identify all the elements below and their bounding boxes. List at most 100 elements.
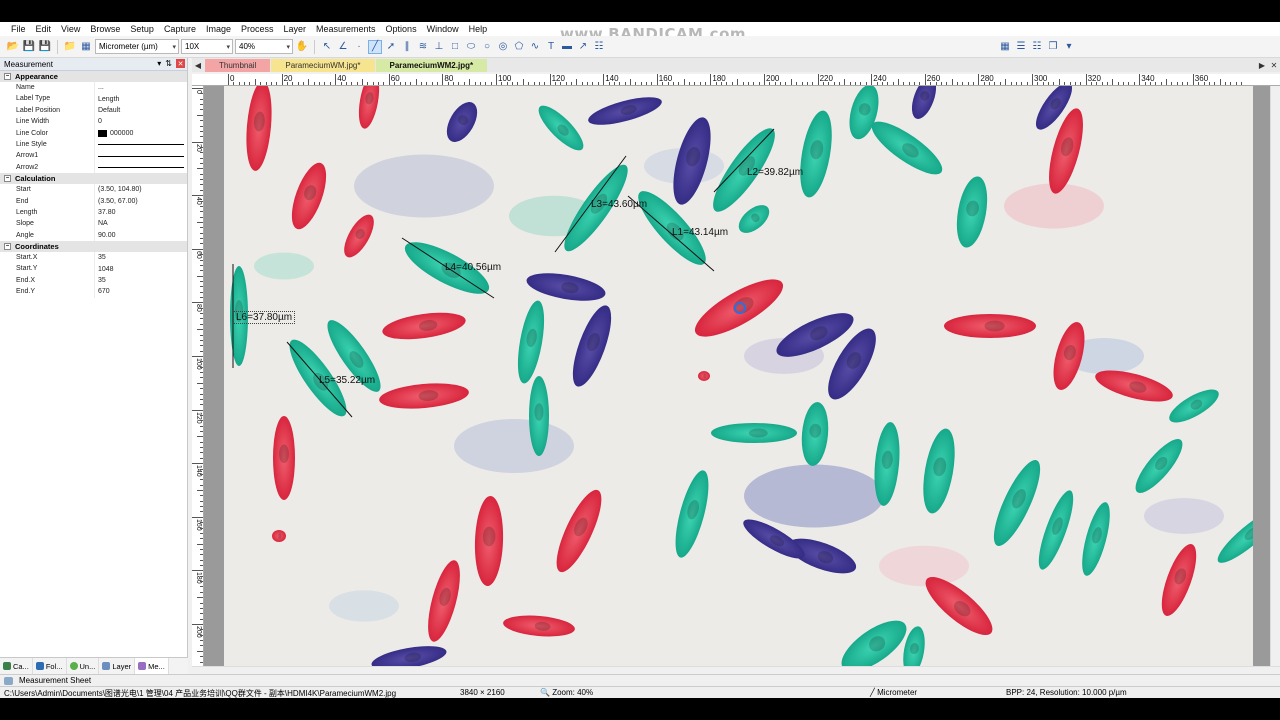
angle-tool-icon[interactable]: ∠ — [336, 40, 350, 54]
prop-row-line-style[interactable]: Line Style — [0, 138, 187, 151]
menu-file[interactable]: File — [6, 22, 31, 36]
prop-row-line-color[interactable]: Line Color 000000 — [0, 127, 187, 139]
prop-value[interactable]: 35 — [94, 252, 187, 264]
prop-row-slope[interactable]: Slope NA — [0, 218, 187, 230]
menu-view[interactable]: View — [56, 22, 85, 36]
tab-layer[interactable]: Layer — [99, 658, 136, 674]
prop-value[interactable]: 35 — [94, 274, 187, 287]
menu-capture[interactable]: Capture — [159, 22, 201, 36]
objective-select[interactable]: 10X ▾ — [181, 39, 233, 54]
perpendicular-icon[interactable]: ⊥ — [432, 40, 446, 54]
tab-scroll-left-icon[interactable]: ◀ — [192, 58, 204, 72]
copy-icon[interactable]: ❐ — [1046, 40, 1060, 54]
scale-bar-icon[interactable]: ▬ — [560, 40, 574, 54]
measurement-label-l5[interactable]: L5=35.22µm — [319, 375, 375, 386]
measurement-label-l2[interactable]: L2=39.82µm — [747, 167, 803, 178]
point-tool-icon[interactable]: · — [352, 40, 366, 54]
menu-options[interactable]: Options — [381, 22, 422, 36]
menu-browse[interactable]: Browse — [85, 22, 125, 36]
tab-document-2[interactable]: ParameciumWM2.jpg* — [375, 59, 488, 72]
prop-value[interactable]: Length — [94, 93, 187, 105]
ellipse-tool-icon[interactable]: ⬭ — [464, 40, 478, 54]
section-appearance[interactable]: – Appearance — [0, 71, 187, 82]
export-icon[interactable]: ☰ — [1014, 40, 1028, 54]
zoom-select[interactable]: 40% ▾ — [235, 39, 293, 54]
dropdown-more-icon[interactable]: ▾ — [1062, 40, 1076, 54]
tab-document-1[interactable]: ParameciumWM.jpg* — [271, 59, 375, 72]
section-calculation[interactable]: – Calculation — [0, 173, 187, 185]
calibrate-icon[interactable]: ☷ — [592, 40, 606, 54]
tab-camera[interactable]: Ca... — [0, 658, 33, 674]
collapse-icon[interactable]: – — [4, 175, 11, 183]
prop-row-end-x[interactable]: End.X 35 — [0, 274, 187, 287]
parallel-lines-icon[interactable]: ∥ — [400, 40, 414, 54]
measurement-label-l3[interactable]: L3=43.60µm — [591, 199, 647, 210]
tab-close-icon[interactable]: ✕ — [1268, 58, 1280, 72]
prop-row-start[interactable]: Start (3.50, 104.80) — [0, 184, 187, 196]
open-folder-icon[interactable]: 📂 — [6, 40, 20, 54]
prop-row-end-y[interactable]: End.Y 670 — [0, 286, 187, 298]
prop-row-label-type[interactable]: Label Type Length — [0, 93, 187, 105]
tab-scroll-right-icon[interactable]: ▶ — [1256, 58, 1268, 72]
concentric-circle-icon[interactable]: ◎ — [496, 40, 510, 54]
panel-dropdown-icon[interactable]: ▾ — [157, 59, 161, 68]
rectangle-tool-icon[interactable]: □ — [448, 40, 462, 54]
save-all-icon[interactable]: 💾 — [38, 40, 52, 54]
unit-select[interactable]: Micrometer (µm) ▾ — [95, 39, 179, 54]
menu-setup[interactable]: Setup — [125, 22, 159, 36]
close-icon[interactable]: ✕ — [176, 59, 185, 68]
layer-tool-icon[interactable]: ▦ — [998, 40, 1012, 54]
tab-folders[interactable]: Fol... — [33, 658, 67, 674]
browse-folder-icon[interactable]: 📁 — [63, 40, 77, 54]
tab-measurement[interactable]: Me... — [135, 658, 169, 674]
vertical-scrollbar[interactable] — [1270, 86, 1280, 666]
microscope-image[interactable]: L2=39.82µm L3=43.60µm L1=43.14µm L4=40.5… — [224, 86, 1253, 666]
collapse-icon[interactable]: – — [4, 73, 11, 80]
prop-value[interactable]: 670 — [94, 286, 187, 298]
line-tool-icon[interactable]: ╱ — [368, 39, 382, 54]
circle-tool-icon[interactable]: ○ — [480, 40, 494, 54]
collapse-icon[interactable]: – — [4, 243, 11, 251]
menu-process[interactable]: Process — [236, 22, 279, 36]
prop-row-length[interactable]: Length 37.80 — [0, 206, 187, 219]
prop-row-arrow1[interactable]: Arrow1 — [0, 150, 187, 162]
prop-value[interactable]: 0 — [94, 116, 187, 128]
multi-lines-icon[interactable]: ≋ — [416, 40, 430, 54]
tab-undo[interactable]: Un... — [67, 658, 100, 674]
hand-pan-icon[interactable]: ✋ — [295, 40, 309, 54]
save-icon[interactable]: 💾 — [22, 40, 36, 54]
prop-row-line-width[interactable]: Line Width 0 — [0, 116, 187, 128]
menu-measurements[interactable]: Measurements — [311, 22, 381, 36]
horizontal-scrollbar[interactable] — [192, 666, 1280, 674]
select-arrow-icon[interactable]: ↖ — [320, 40, 334, 54]
prop-row-end[interactable]: End (3.50, 67.00) — [0, 195, 187, 207]
prop-row-label-position[interactable]: Label Position Default — [0, 104, 187, 117]
polygon-tool-icon[interactable]: ⬠ — [512, 40, 526, 54]
prop-value-color[interactable]: 000000 — [94, 127, 187, 139]
prop-value-line[interactable] — [94, 161, 187, 174]
prop-value[interactable]: Default — [94, 104, 187, 117]
arrow-line-icon[interactable]: ➚ — [384, 40, 398, 54]
menu-layer[interactable]: Layer — [279, 22, 312, 36]
measurement-label-l6[interactable]: L6=37.80µm — [233, 311, 296, 324]
section-coordinates[interactable]: – Coordinates — [0, 241, 187, 253]
prop-value[interactable]: ... — [94, 82, 187, 94]
prop-row-start-x[interactable]: Start.X 35 — [0, 252, 187, 264]
text-tool-icon[interactable]: T — [544, 40, 558, 54]
menu-window[interactable]: Window — [422, 22, 464, 36]
prop-value-line[interactable] — [94, 138, 187, 151]
menu-image[interactable]: Image — [201, 22, 236, 36]
measurement-label-l1[interactable]: L1=43.14µm — [672, 227, 728, 238]
image-canvas[interactable]: L2=39.82µm L3=43.60µm L1=43.14µm L4=40.5… — [204, 86, 1270, 666]
prop-value[interactable]: 1048 — [94, 263, 187, 275]
prop-row-name[interactable]: Name... — [0, 82, 187, 94]
menu-help[interactable]: Help — [464, 22, 493, 36]
settings-list-icon[interactable]: ☷ — [1030, 40, 1044, 54]
arrow-annotation-icon[interactable]: ↗ — [576, 40, 590, 54]
menu-edit[interactable]: Edit — [31, 22, 57, 36]
prop-row-arrow2[interactable]: Arrow2 — [0, 161, 187, 174]
prop-value-line[interactable] — [94, 150, 187, 162]
grid-view-icon[interactable]: ▦ — [79, 40, 93, 54]
tab-thumbnail[interactable]: Thumbnail — [205, 59, 271, 72]
pin-icon[interactable]: ⇅ — [165, 59, 172, 68]
